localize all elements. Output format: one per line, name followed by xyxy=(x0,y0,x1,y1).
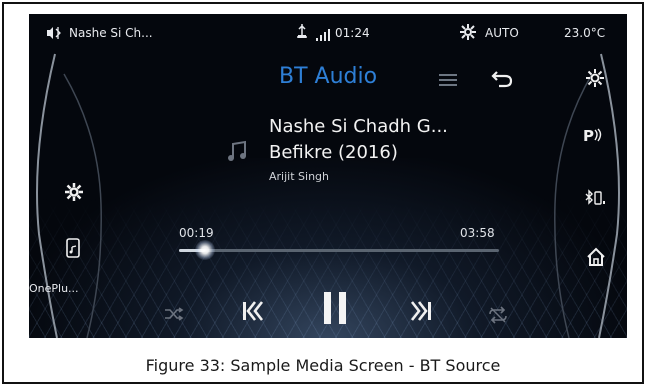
device-name-label[interactable]: OnePlu... xyxy=(29,282,79,295)
repeat-icon[interactable] xyxy=(487,306,509,328)
bluetooth-phone-icon[interactable] xyxy=(585,189,607,211)
home-icon[interactable] xyxy=(586,247,606,271)
climate-fan-icon[interactable] xyxy=(459,23,477,45)
source-title: BT Audio xyxy=(279,64,378,89)
climate-mode: AUTO xyxy=(485,26,519,40)
back-icon[interactable] xyxy=(491,69,513,93)
settings-icon[interactable] xyxy=(64,182,84,206)
next-track-icon[interactable] xyxy=(409,299,433,327)
status-track-name: Nashe Si Ch... xyxy=(69,26,153,40)
list-icon[interactable] xyxy=(439,72,457,91)
bluetooth-audio-icon xyxy=(45,25,63,44)
elapsed-time: 00:19 xyxy=(179,226,214,240)
progress-scrubber-handle[interactable] xyxy=(194,240,215,260)
park-assist-icon[interactable]: P xyxy=(583,126,605,148)
phone-device-icon[interactable] xyxy=(66,238,82,262)
signal-icon xyxy=(316,26,332,45)
media-screen: Nashe Si Ch... 01:24 AUTO 23.0°C BT Audi… xyxy=(29,14,627,338)
previous-track-icon[interactable] xyxy=(241,299,265,327)
temperature-readout: 23.0°C xyxy=(564,26,606,40)
svg-text:P: P xyxy=(583,127,594,144)
pause-icon[interactable] xyxy=(321,290,349,330)
album-title: Befikre (2016) xyxy=(269,142,398,163)
song-title: Nashe Si Chadh G... xyxy=(269,116,448,137)
music-note-icon xyxy=(225,140,249,168)
artist-name: Arijit Singh xyxy=(269,170,329,183)
usb-icon xyxy=(295,23,309,43)
climate-icon[interactable] xyxy=(585,68,605,92)
shuffle-icon[interactable] xyxy=(164,306,184,326)
status-clock: 01:24 xyxy=(335,26,370,40)
total-time: 03:58 xyxy=(460,226,495,240)
figure-caption: Figure 33: Sample Media Screen - BT Sour… xyxy=(145,356,501,375)
progress-track[interactable] xyxy=(179,240,499,260)
figure-frame: Nashe Si Ch... 01:24 AUTO 23.0°C BT Audi… xyxy=(2,2,644,384)
